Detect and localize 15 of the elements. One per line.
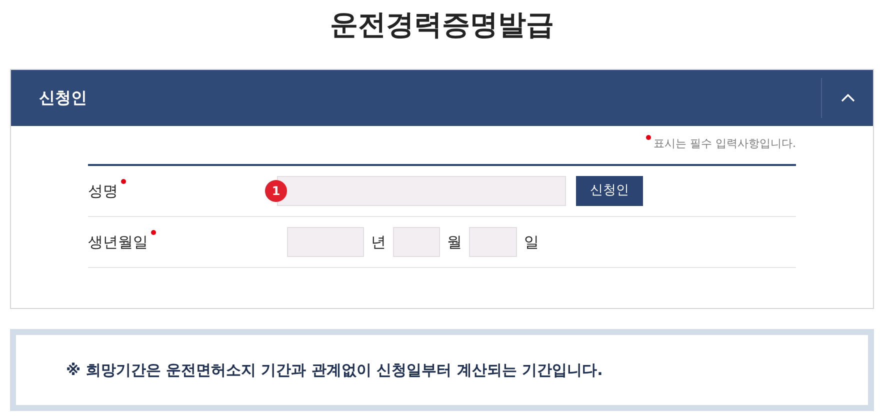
panel-title: 신청인 <box>39 87 87 109</box>
required-note: 표시는 필수 입력사항입니다. <box>654 136 796 152</box>
date-unit: 년 <box>371 232 386 253</box>
date-unit: 일 <box>524 232 539 253</box>
chevron-icon <box>840 94 854 102</box>
field-label: 성명 <box>88 182 118 200</box>
date-input-field[interactable] <box>469 227 517 257</box>
date-input-field[interactable] <box>393 227 440 257</box>
applicant-button[interactable]: 신청인 <box>576 176 643 206</box>
field-label: 생년월일 <box>88 233 148 251</box>
page-title: 운전경력증명발급 <box>329 7 555 43</box>
date-input-field[interactable] <box>287 227 364 257</box>
date-unit: 월 <box>447 232 462 253</box>
notice-text: ※ 희망기간은 운전면허소지 기간과 관계없이 신청일부터 계산되는 기간입니다. <box>66 360 603 381</box>
step-badge: 1 <box>265 180 287 202</box>
